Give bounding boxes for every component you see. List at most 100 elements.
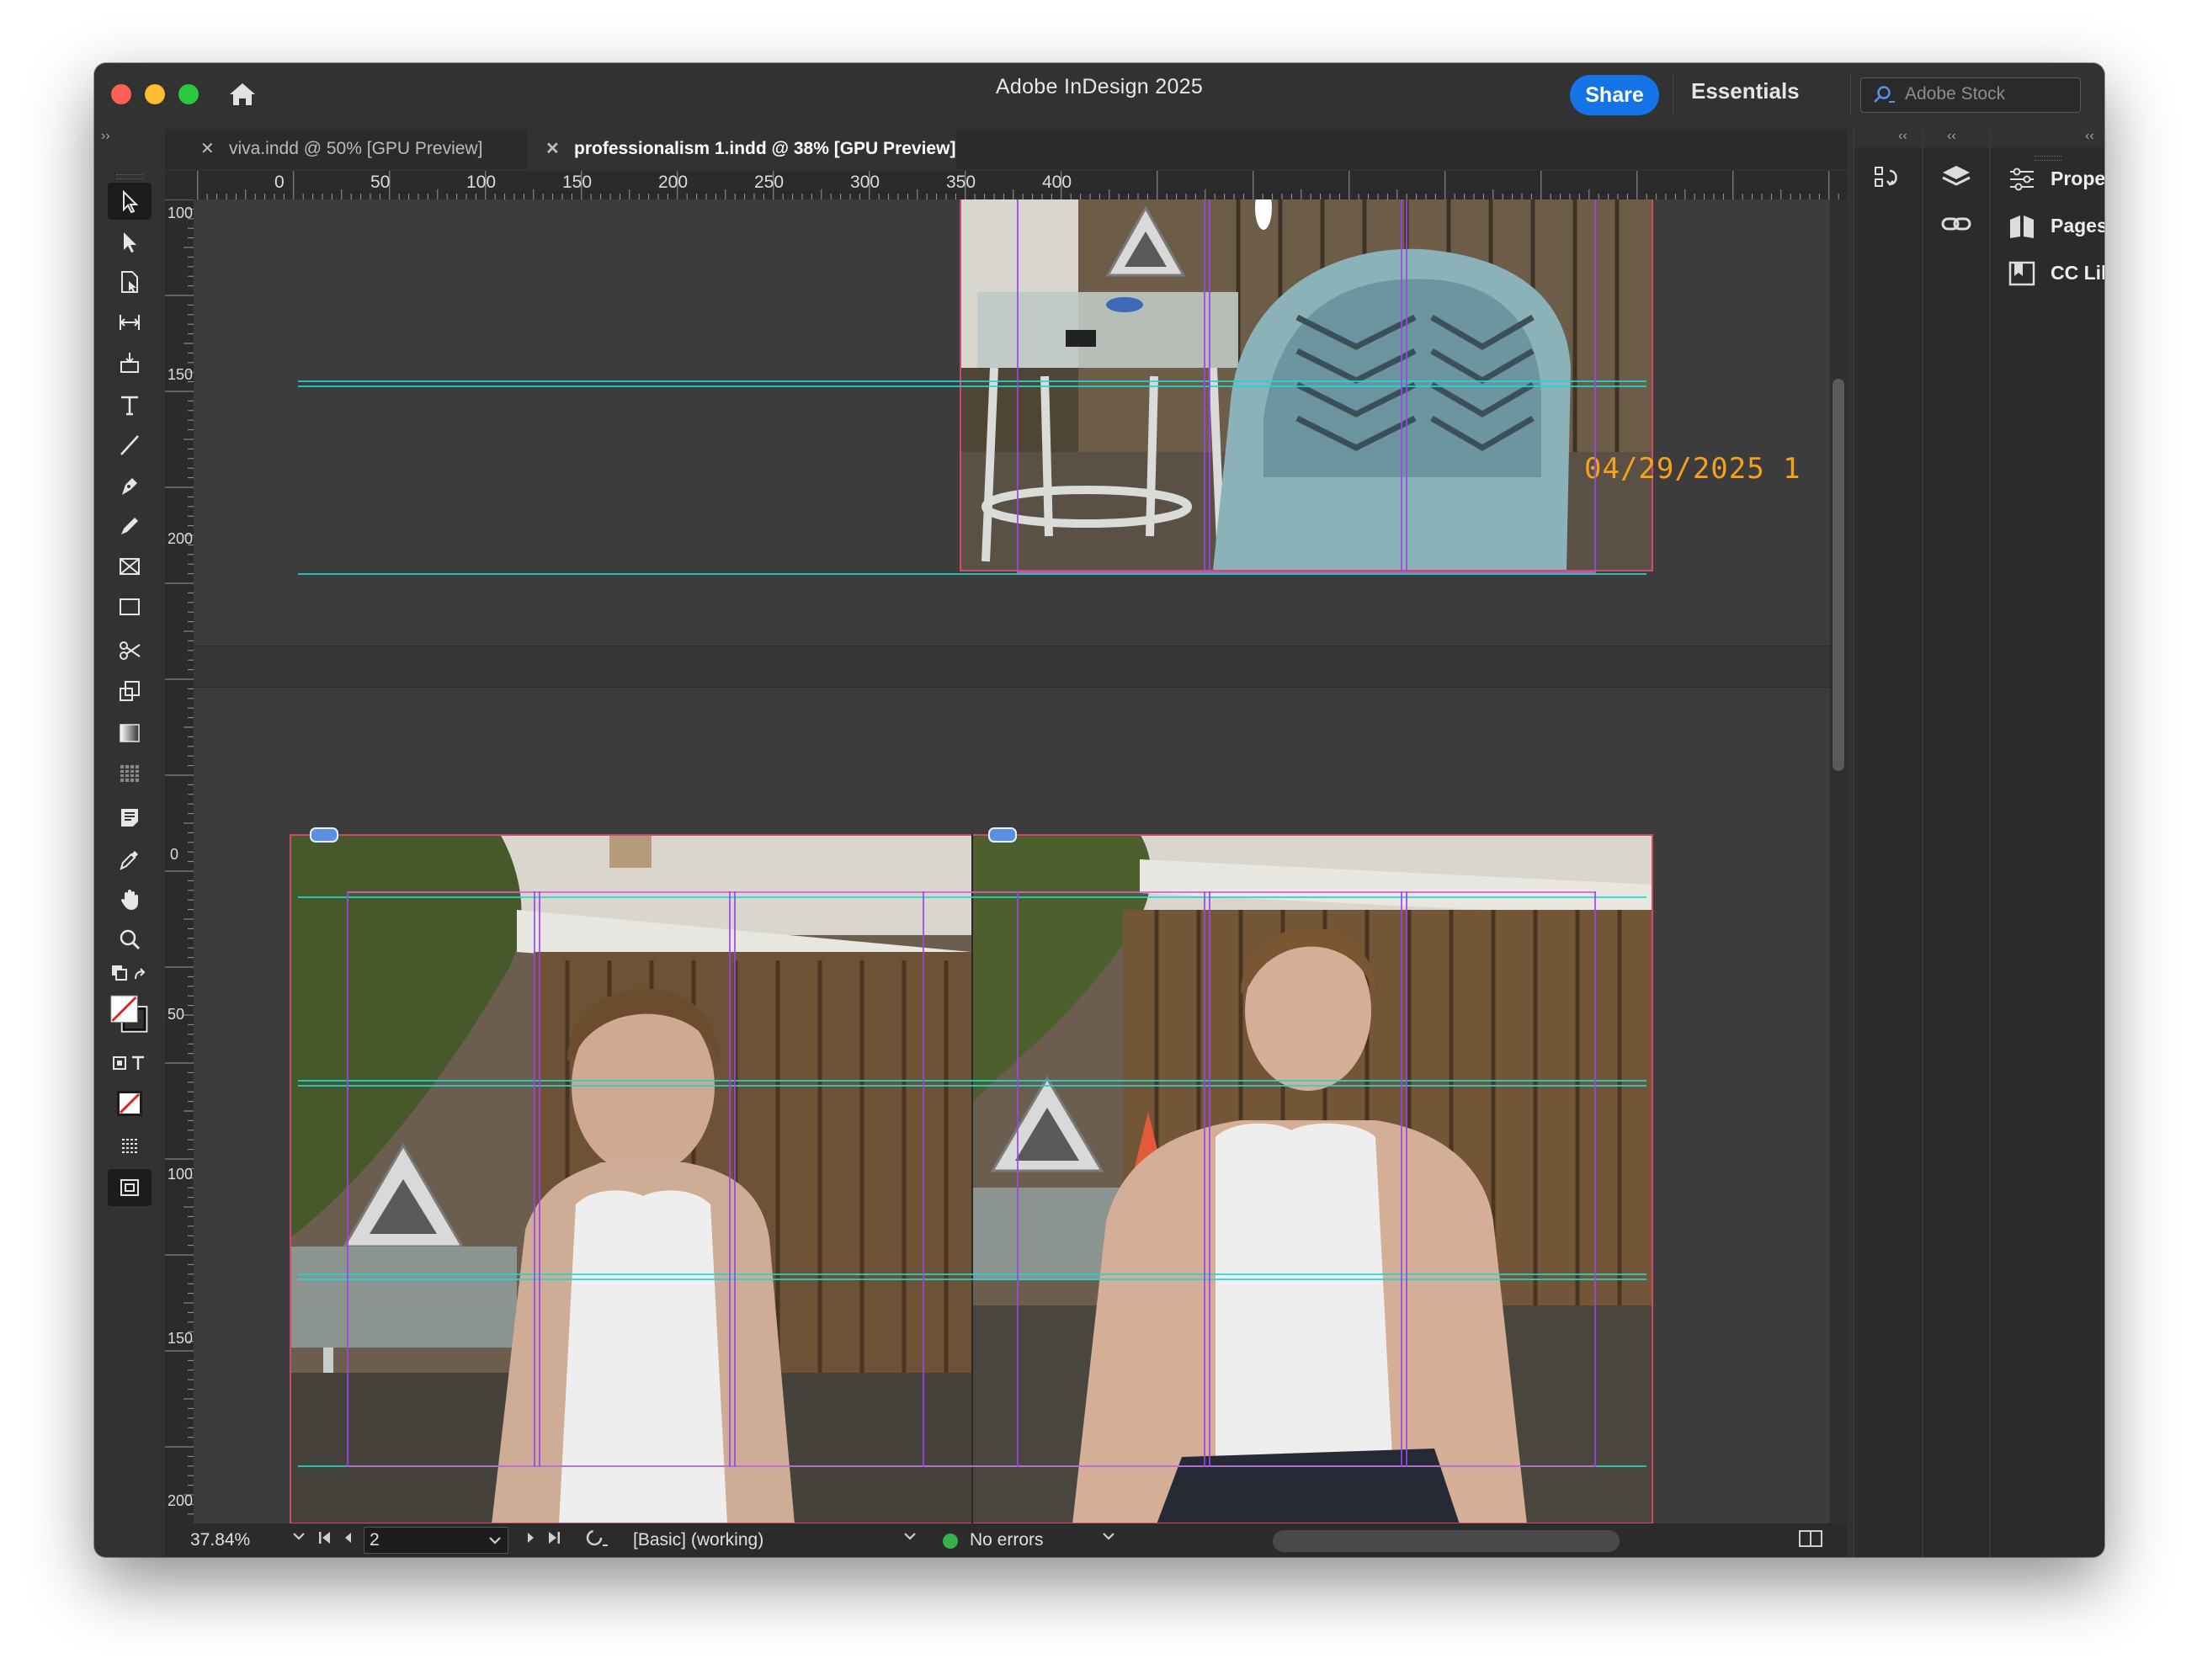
column-guide (1594, 891, 1596, 1467)
tab-label: viva.indd @ 50% [GPU Preview] (229, 139, 483, 158)
paragraph-style-status[interactable]: [Basic] (working) (633, 1530, 763, 1550)
panel-header: ‹‹ (1854, 129, 1922, 147)
previous-page-icon[interactable] (340, 1528, 355, 1552)
titlebar-divider (1850, 75, 1851, 114)
patio-photo (960, 199, 1652, 570)
ruler-guide[interactable] (298, 1085, 1646, 1087)
tab-label: professionalism 1.indd @ 38% [GPU Previe… (574, 139, 956, 158)
eyedropper-tool-icon[interactable] (108, 841, 152, 878)
chevron-down-icon[interactable] (1101, 1528, 1116, 1549)
ruler-guide[interactable] (298, 1273, 1646, 1275)
last-page-icon[interactable] (545, 1528, 562, 1552)
pencil-tool-icon[interactable] (108, 508, 152, 545)
zoom-dropdown-chevron-icon[interactable] (291, 1528, 306, 1549)
preflight-status[interactable]: No errors (970, 1530, 1044, 1550)
portrait-right-frame[interactable] (971, 834, 1653, 1523)
close-tab-icon[interactable]: ✕ (200, 129, 215, 169)
minimize-window-button[interactable] (145, 84, 165, 104)
vertical-ruler[interactable]: 100 150 200 0 50 100 150 200 (165, 199, 194, 1523)
properties-icon (2010, 167, 2034, 191)
ruler-guide[interactable] (298, 896, 1646, 898)
chevron-down-icon[interactable] (902, 1528, 918, 1549)
ruler-origin[interactable] (165, 171, 194, 200)
portrait-left-frame[interactable] (290, 834, 971, 1523)
column-guide (1401, 891, 1402, 1467)
tab-viva[interactable]: ✕ viva.indd @ 50% [GPU Preview] (182, 129, 519, 169)
link-badge-icon[interactable] (988, 827, 1017, 843)
share-button[interactable]: Share (1570, 75, 1659, 115)
view-mode-icon[interactable] (108, 1169, 152, 1206)
default-fill-stroke-icon[interactable] (108, 960, 152, 989)
line-tool-icon[interactable] (108, 427, 152, 464)
formatting-container-text-icon[interactable] (108, 1051, 152, 1075)
ruler-guide[interactable] (298, 385, 1646, 387)
pen-tool-icon[interactable] (108, 467, 152, 504)
ruler-guide[interactable] (298, 1279, 1646, 1280)
layers-icon[interactable] (1940, 162, 1972, 197)
document-canvas[interactable]: 04/29/2025 1 (194, 199, 1830, 1523)
link-badge-icon[interactable] (310, 827, 338, 843)
horizontal-scroll-thumb[interactable] (1273, 1530, 1620, 1552)
vertical-scrollbar[interactable] (1830, 199, 1847, 1523)
selection-tool-icon[interactable] (108, 183, 152, 220)
type-tool-icon[interactable] (108, 386, 152, 423)
horizontal-ruler[interactable]: 0 50 100 150 200 250 300 350 400 (194, 171, 1847, 200)
gap-tool-icon[interactable] (108, 304, 152, 341)
column-guide (1209, 891, 1210, 1467)
panel-item-cc-libraries[interactable]: CC Libraries (2007, 257, 2104, 290)
apply-none-swatch-icon[interactable] (108, 1085, 152, 1122)
column-guide (347, 891, 348, 1467)
tab-professionalism[interactable]: ✕ professionalism 1.indd @ 38% [GPU Prev… (527, 129, 956, 169)
column-guide (1401, 199, 1402, 572)
content-collector-tool-icon[interactable] (108, 344, 152, 381)
split-view-icon[interactable] (1798, 1528, 1823, 1554)
panel-dock-column-2: ‹‹ (1923, 129, 1989, 1557)
zoom-level[interactable]: 37.84% (190, 1530, 250, 1550)
workspace-switcher[interactable]: Essentials (1691, 78, 1918, 104)
toolbar-collapse-icon[interactable]: ›› (101, 129, 160, 144)
rectangle-frame-tool-icon[interactable] (108, 548, 152, 585)
direct-selection-tool-icon[interactable] (108, 223, 152, 260)
ruler-label: 150 (562, 173, 593, 192)
screen-mode-icon[interactable] (108, 1127, 152, 1164)
vertical-scroll-thumb[interactable] (1833, 379, 1844, 771)
hand-tool-icon[interactable] (108, 881, 152, 918)
next-page-icon[interactable] (524, 1528, 539, 1552)
page-tool-icon[interactable] (108, 263, 152, 300)
ruler-guide[interactable] (298, 1080, 1646, 1082)
gradient-feather-tool-icon[interactable] (108, 755, 152, 792)
chevron-down-icon[interactable] (487, 1533, 503, 1548)
close-window-button[interactable] (111, 84, 131, 104)
ruler-guide[interactable] (298, 380, 1646, 382)
free-transform-tool-icon[interactable] (108, 673, 152, 710)
panel-item-properties[interactable]: Properties (2007, 162, 2104, 196)
adobe-stock-search[interactable]: Adobe Stock (1860, 77, 2081, 113)
open-file-spinner-icon[interactable] (584, 1527, 609, 1554)
panel-dock-column-1: ‹‹ (1854, 129, 1922, 1557)
panel-item-pages[interactable]: Pages (2007, 210, 2104, 243)
collapse-panel-icon[interactable]: ‹‹ (1898, 129, 1907, 144)
content-conveyor-icon[interactable] (1873, 162, 1903, 200)
gradient-tool-icon[interactable] (108, 715, 152, 752)
rectangle-tool-icon[interactable] (108, 588, 152, 625)
maximize-window-button[interactable] (178, 84, 199, 104)
home-icon[interactable] (225, 77, 260, 112)
collapse-panel-icon[interactable]: ‹‹ (1947, 129, 1956, 144)
ruler-label: 50 (168, 1006, 185, 1023)
ruler-guide[interactable] (298, 573, 1646, 575)
panel-grip[interactable] (116, 174, 143, 179)
note-tool-icon[interactable] (108, 799, 152, 836)
scissors-tool-icon[interactable] (108, 632, 152, 669)
horizontal-ruler-ticks (197, 171, 1839, 199)
panel-header: ‹‹ (1923, 129, 1989, 147)
status-bar: 37.84% 2 [Basic] (working) No errors (165, 1523, 1847, 1557)
first-page-icon[interactable] (317, 1528, 333, 1552)
page-number-field[interactable]: 2 (364, 1527, 508, 1554)
ruler-label: 100 (168, 205, 194, 221)
links-icon[interactable] (1940, 213, 1972, 239)
column-guide (1017, 199, 1019, 572)
patio-photo-frame[interactable] (960, 199, 1652, 570)
close-tab-icon[interactable]: ✕ (545, 129, 560, 169)
fill-stroke-swatch[interactable] (108, 989, 152, 1046)
zoom-tool-icon[interactable] (108, 922, 152, 959)
